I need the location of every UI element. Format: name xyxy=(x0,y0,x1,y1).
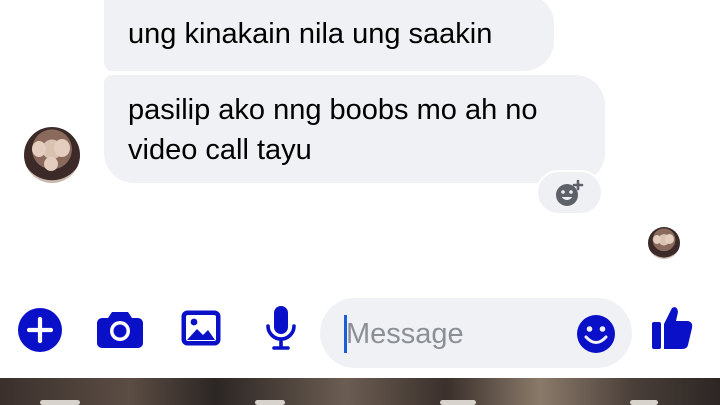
thumbs-up-icon xyxy=(652,307,693,349)
smiley-icon xyxy=(577,315,615,353)
like-button[interactable] xyxy=(648,302,696,352)
camera-icon xyxy=(97,312,143,348)
gallery-button[interactable] xyxy=(178,306,224,350)
message-bubble[interactable]: pasilip ako nng boobs mo ah no video cal… xyxy=(104,75,605,183)
gallery-icon xyxy=(181,310,221,346)
add-reaction-button[interactable] xyxy=(536,170,603,215)
message-thread: ung kinakain nila ung saakin pasilip ako… xyxy=(0,0,720,290)
camera-button[interactable] xyxy=(96,306,144,350)
message-input[interactable] xyxy=(346,312,566,356)
emoji-button[interactable] xyxy=(576,314,616,354)
voice-message-button[interactable] xyxy=(262,304,300,352)
message-field[interactable] xyxy=(320,298,632,368)
microphone-icon xyxy=(266,306,296,350)
message-bubble[interactable]: ung kinakain nila ung saakin xyxy=(104,0,554,71)
seen-avatar xyxy=(648,227,680,259)
attached-photo-preview[interactable] xyxy=(0,378,720,405)
message-text-line: video call tayu xyxy=(128,134,312,166)
message-text: ung kinakain nila ung saakin xyxy=(128,18,493,50)
sender-avatar[interactable] xyxy=(24,127,80,183)
plus-icon xyxy=(18,308,62,352)
more-actions-button[interactable] xyxy=(17,307,63,353)
message-composer xyxy=(0,290,720,378)
add-reaction-icon xyxy=(555,179,583,206)
message-text-line: pasilip ako nng boobs mo ah no xyxy=(128,94,538,126)
